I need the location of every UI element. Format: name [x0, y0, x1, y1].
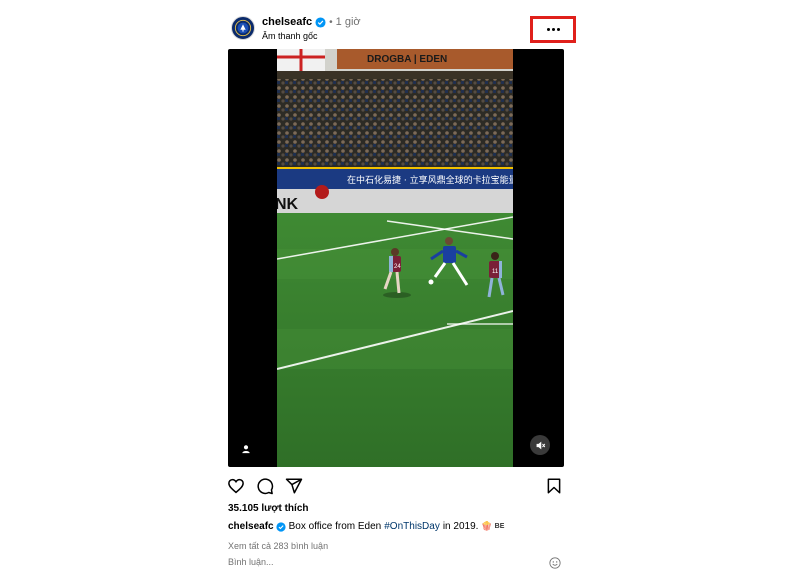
separator: •: [329, 16, 333, 28]
flag-emoji: BE: [494, 523, 505, 530]
more-options-button[interactable]: [530, 16, 576, 43]
instagram-post: chelseafc • 1 giờ Âm thanh gốc DROGBA | …: [228, 0, 576, 580]
caption-text: Box office from Eden: [288, 521, 382, 532]
like-button[interactable]: [226, 476, 246, 496]
share-button[interactable]: [284, 476, 304, 496]
mute-button[interactable]: [530, 435, 550, 455]
action-bar: [228, 476, 564, 496]
caption-tail: in 2019.: [442, 521, 479, 532]
emoji-icon[interactable]: [549, 557, 561, 569]
comment-row: [228, 557, 564, 571]
view-all-comments-link[interactable]: Xem tất cả 283 bình luận: [228, 541, 328, 551]
user-tag-icon: [242, 445, 250, 454]
avatar[interactable]: [231, 16, 255, 40]
comment-button[interactable]: [255, 476, 275, 496]
ball: [428, 279, 434, 285]
share-icon: [285, 478, 303, 494]
svg-text:NK: NK: [277, 196, 299, 213]
caption: chelseafc Box office from Eden #OnThisDa…: [228, 521, 504, 532]
post-header: chelseafc • 1 giờ Âm thanh gốc: [228, 12, 576, 46]
username[interactable]: chelseafc: [262, 16, 312, 28]
like-count[interactable]: 35.105 lượt thích: [228, 503, 309, 514]
more-icon: [546, 28, 560, 31]
verified-icon: [276, 521, 286, 532]
bookmark-icon: [547, 478, 561, 494]
post-time[interactable]: 1 giờ: [336, 16, 361, 28]
save-button[interactable]: [544, 476, 564, 496]
comment-icon: [257, 478, 274, 495]
heart-icon: [228, 478, 244, 494]
audio-label[interactable]: Âm thanh gốc: [262, 31, 318, 41]
chelsea-crest-icon: [234, 19, 252, 37]
user-line: chelseafc • 1 giờ: [262, 16, 361, 28]
verified-icon: [315, 16, 326, 28]
caption-username[interactable]: chelseafc: [228, 521, 274, 532]
pitch-banner-text: 在中石化易捷 · 立享风鼎全球的卡拉宝能量饮: [347, 174, 513, 186]
video-frame: DROGBA | EDEN 在中石化易捷 · 立享风鼎全球的卡拉宝能量饮 NK: [277, 49, 513, 467]
tagged-users-button[interactable]: [238, 441, 254, 457]
stadium-sign-text: DROGBA | EDEN: [367, 54, 447, 65]
hashtag-link[interactable]: #OnThisDay: [384, 521, 440, 532]
mute-icon: [536, 441, 545, 449]
svg-text:11: 11: [492, 269, 499, 275]
popcorn-emoji: 🍿: [481, 521, 493, 531]
comment-input[interactable]: [228, 557, 528, 567]
svg-text:24: 24: [394, 264, 401, 270]
video-player[interactable]: DROGBA | EDEN 在中石化易捷 · 立享风鼎全球的卡拉宝能量饮 NK: [228, 49, 564, 467]
video-scene: DROGBA | EDEN 在中石化易捷 · 立享风鼎全球的卡拉宝能量饮 NK: [277, 49, 513, 467]
